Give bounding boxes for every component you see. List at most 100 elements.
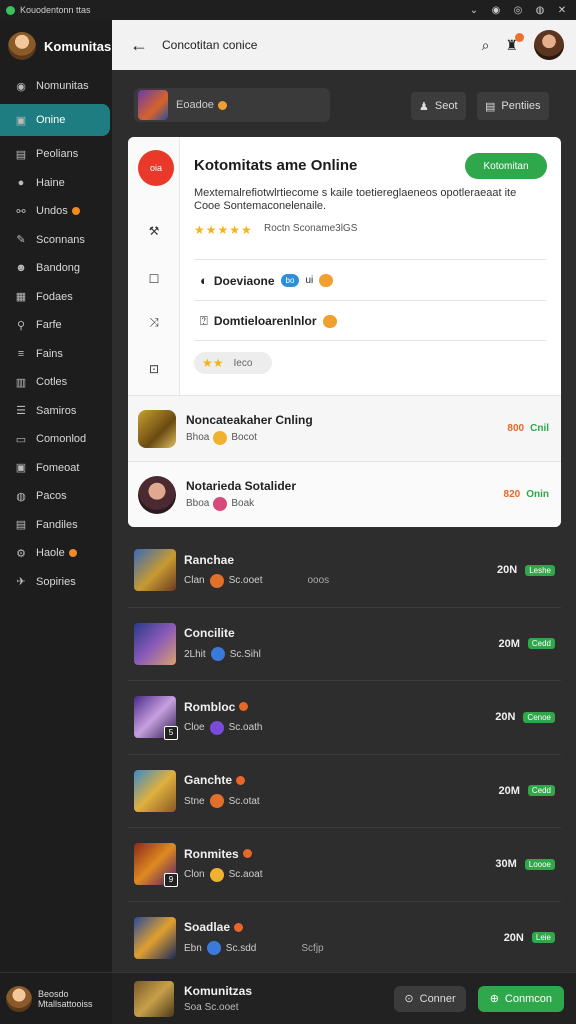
game-status: Onin xyxy=(526,489,549,500)
table-icon: ▥ xyxy=(15,376,27,389)
game-subtitle: Ebn xyxy=(184,942,202,954)
list-item[interactable]: Ranchae Clan Sc.ooet ooos 20N Leshe xyxy=(128,534,561,608)
game-subtitle: Cloe xyxy=(184,722,205,734)
game-subtitle: Stne xyxy=(184,795,205,807)
sidebar-item-haole[interactable]: ⚙ Haole xyxy=(0,539,112,567)
game-thumbnail xyxy=(134,549,176,592)
game-size: 20M xyxy=(498,784,520,797)
game-size: 20N xyxy=(495,711,516,724)
sidebar-item-peolians[interactable]: ▤ Peolians xyxy=(0,140,112,168)
sidebar-item-cotles[interactable]: ▥ Cotles xyxy=(0,368,112,396)
tools-icon[interactable]: ⚒ xyxy=(146,224,162,238)
primary-button[interactable]: Kotomitan xyxy=(465,153,547,179)
detail-description: Mextemalrefiotwlrtiecome s kaile toetier… xyxy=(194,187,517,212)
filter-icon: ▤ xyxy=(485,100,496,113)
chip-label: Ieco xyxy=(233,357,253,369)
cart-icon[interactable]: ♜ xyxy=(505,32,524,54)
rating-text: Roctn Sconame3lGS xyxy=(264,223,358,234)
game-meta: Sc.otat xyxy=(228,795,260,807)
featured-row[interactable]: Notarieda Sotalider Bboa Boak 820 Onin xyxy=(128,461,561,527)
primary-button[interactable]: ⊕ Conmcon xyxy=(477,985,564,1012)
option-pill: bo xyxy=(280,274,300,287)
user-avatar[interactable] xyxy=(534,30,564,60)
option-label: Doeviaone xyxy=(213,273,275,288)
list-item[interactable]: Concilite 2Lhit Sc.Sihl 20M Cedd xyxy=(128,608,561,681)
featured-row[interactable]: Noncateakaher Cnling Bhoa Bocot 800 Cnil xyxy=(128,395,561,461)
game-thumbnail xyxy=(138,475,176,514)
game-name-text: Ranchae xyxy=(184,552,235,567)
game-size: 20M xyxy=(498,637,520,650)
square-dot-icon[interactable]: ⊡ xyxy=(146,362,162,376)
sidebar-item-label: Haine xyxy=(36,176,65,189)
sidebar-item-samiros[interactable]: ☰ Samiros xyxy=(0,397,112,425)
list-item[interactable]: Soadlae Ebn Sc.sdd Scfjp 20N Leie xyxy=(128,902,561,975)
sidebar-item-farfe[interactable]: ⚲ Farfe xyxy=(0,311,112,339)
sidebar-item-fodaes[interactable]: ▦ Fodaes xyxy=(0,283,112,311)
compass-icon: ◐ xyxy=(200,273,208,288)
sidebar-item-fains[interactable]: ≡ Fains xyxy=(0,340,112,368)
share-icon: ⚯ xyxy=(16,205,26,218)
game-thumbnail: 9 xyxy=(134,843,178,888)
sidebar-item-bandong[interactable]: ☻ Bandong xyxy=(0,254,112,282)
notification-badge xyxy=(236,775,246,785)
chrome-icon[interactable]: ◎ xyxy=(512,5,524,16)
close-icon[interactable]: ✕ xyxy=(556,5,568,16)
option-row[interactable]: ◐ Doeviaone bo ui xyxy=(200,273,334,288)
sidebar-item-label: Fains xyxy=(36,347,63,360)
list-item[interactable]: 9 Ronmites Clon Sc.aoat 30M Loooe xyxy=(128,828,561,902)
game-name-text: Ronmites xyxy=(184,846,239,861)
filter-button[interactable]: ▤ Pentiies xyxy=(477,92,549,120)
search-field[interactable]: Eoadoe xyxy=(134,88,330,122)
sidebar: Komunitas ◉ Nomunitas ▣ Onine ▤ Peolians ● Hain… xyxy=(0,20,112,1024)
game-name-text: Ganchte xyxy=(184,773,233,788)
store-icon: ▣ xyxy=(15,114,27,127)
profile-icon[interactable]: ◍ xyxy=(534,5,546,16)
game-subtitle: Bhoa xyxy=(186,432,210,443)
option-row[interactable]: ⍰ Domtieloarenlnlor xyxy=(200,313,337,329)
sidebar-item-undos[interactable]: ⚯ Undos xyxy=(0,197,112,225)
game-thumbnail xyxy=(134,769,176,812)
sidebar-item-onine[interactable]: ▣ Onine xyxy=(0,104,110,136)
list-item[interactable]: 5 Rombloc Cloe Sc.oath 20N Cenoe xyxy=(128,681,561,755)
emoji-icon xyxy=(209,573,224,588)
sidebar-item-nomunitas[interactable]: ◉ Nomunitas xyxy=(0,72,112,100)
chevron-down-icon[interactable]: ⌄ xyxy=(468,5,480,16)
box-icon[interactable]: ☐ xyxy=(146,272,162,286)
game-subtitle: Clon xyxy=(184,869,205,881)
back-arrow-icon[interactable]: ← xyxy=(130,35,148,56)
game-thumbnail xyxy=(138,90,168,120)
game-extra: ooos xyxy=(307,575,330,587)
game-extra: Scfjp xyxy=(301,942,324,954)
game-subtitle: Bboa xyxy=(186,498,210,509)
game-name: Soadlae xyxy=(184,920,504,934)
window-title: Kouodentonn ttas xyxy=(20,5,91,15)
sort-icon: ♟ xyxy=(419,100,429,113)
sidebar-item-sopiries[interactable]: ✈ Sopiries xyxy=(0,568,112,596)
publisher-logo-icon: oia xyxy=(138,150,174,186)
plus-icon: ⊕ xyxy=(489,993,499,1005)
avatar xyxy=(8,32,36,60)
notification-badge xyxy=(515,32,524,42)
sort-button[interactable]: ♟ Seot xyxy=(411,92,466,120)
status-badge: Cenoe xyxy=(523,711,555,723)
sidebar-item-pacos[interactable]: ◍ Pacos xyxy=(0,482,112,510)
emoji-icon xyxy=(213,496,228,511)
github-icon[interactable]: ◉ xyxy=(490,5,502,16)
sidebar-item-fomeoat[interactable]: ▣ Fomeoat xyxy=(0,454,112,482)
notification-badge xyxy=(71,207,80,215)
rating-chip[interactable]: ★★ Ieco xyxy=(194,352,272,374)
sidebar-item-label: Fodaes xyxy=(36,290,73,303)
sidebar-item-haine[interactable]: ● Haine xyxy=(0,169,112,197)
sidebar-item-sconnans[interactable]: ✎ Sconnans xyxy=(0,226,112,254)
cart-icon: ⊙ xyxy=(404,993,414,1005)
sidebar-footer[interactable]: Beosdo Mtallsattooiss xyxy=(0,972,112,1024)
list-item[interactable]: Ganchte Stne Sc.otat 20M Cedd xyxy=(128,755,561,828)
sidebar-item-label: Bandong xyxy=(36,262,81,274)
sidebar-brand[interactable]: Komunitas xyxy=(0,20,112,72)
secondary-button[interactable]: ⊙ Conner xyxy=(394,985,466,1012)
shuffle-icon[interactable]: ⤨ xyxy=(146,315,162,330)
sidebar-item-fandiles[interactable]: ▤ Fandiles xyxy=(0,511,112,539)
sidebar-item-label: Fandiles xyxy=(36,518,78,531)
sidebar-item-comonlod[interactable]: ▭ Comonlod xyxy=(0,425,112,453)
search-icon[interactable]: ⌕ xyxy=(482,37,490,54)
